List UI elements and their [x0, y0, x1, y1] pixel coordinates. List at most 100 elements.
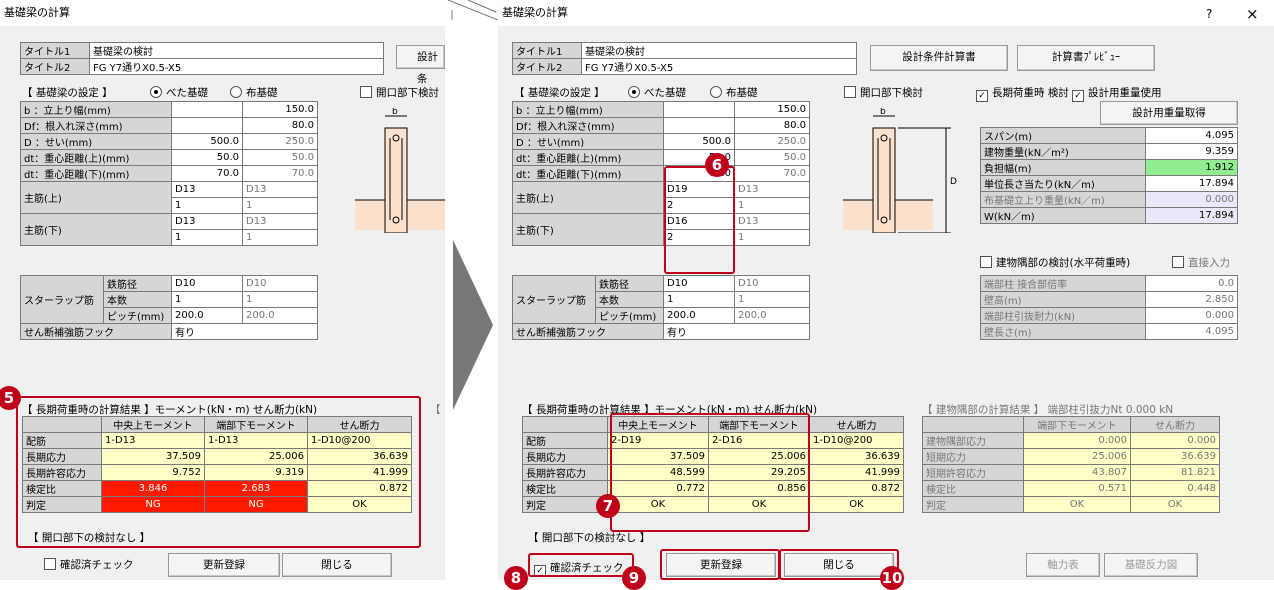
corner-result-label-partial: 【: [430, 404, 441, 416]
main-bot-count2[interactable]: 1: [734, 229, 810, 246]
stirrup-value[interactable]: 1: [734, 291, 810, 308]
reaction-diagram-button[interactable]: 基礎反力図: [1104, 553, 1198, 577]
span-label: W(kN／m): [980, 207, 1146, 224]
param-value[interactable]: 50.0: [171, 149, 243, 166]
radio-nuno[interactable]: 布基礎: [710, 85, 758, 100]
title1-input[interactable]: 基礎梁の検討: [581, 42, 857, 59]
design-weight-check[interactable]: ✓ 設計用重量使用: [1072, 85, 1162, 102]
param-value[interactable]: [663, 117, 735, 134]
main-bot-count[interactable]: 1: [171, 229, 243, 246]
main-bot-dia[interactable]: D13: [171, 213, 243, 230]
title1-label: タイトル1: [20, 42, 90, 59]
checkbox-icon: [980, 256, 992, 268]
corner-result-cell: 36.639: [1130, 448, 1220, 465]
radio-beta[interactable]: べた基礎: [628, 85, 686, 100]
param-value[interactable]: 250.0: [242, 133, 318, 150]
title1-input[interactable]: 基礎梁の検討: [89, 42, 384, 59]
param-value[interactable]: 50.0: [242, 149, 318, 166]
stirrup-sub-label: 本数: [595, 291, 664, 308]
help-icon[interactable]: ?: [1206, 7, 1212, 21]
corner-check[interactable]: 建物隅部の検討(水平荷重時): [980, 255, 1130, 270]
stirrup-sub-label: 鉄筋径: [595, 275, 664, 292]
corner-value[interactable]: 2.850: [1145, 291, 1238, 308]
main-bot-dia2[interactable]: D13: [242, 213, 318, 230]
right-window-title: 基礎梁の計算: [498, 0, 1274, 26]
main-top-count2[interactable]: 1: [242, 197, 318, 214]
opening-check[interactable]: 開口部下検討: [844, 85, 923, 100]
main-bot-count2[interactable]: 1: [242, 229, 318, 246]
param-value[interactable]: 70.0: [242, 165, 318, 182]
left-window-title: 基礎梁の計算: [0, 0, 445, 26]
param-value[interactable]: 70.0: [734, 165, 810, 182]
main-top-count2[interactable]: 1: [734, 197, 810, 214]
param-value[interactable]: 80.0: [734, 117, 810, 134]
stirrup-value[interactable]: D10: [663, 275, 735, 292]
hook-value[interactable]: 有り: [663, 323, 810, 340]
close-button[interactable]: 閉じる: [282, 553, 392, 577]
stirrup-value[interactable]: 200.0: [663, 307, 735, 324]
main-top-count[interactable]: 1: [171, 197, 243, 214]
corner-value[interactable]: 0.0: [1145, 275, 1238, 292]
param-value[interactable]: [171, 117, 243, 134]
title2-input[interactable]: FG Y7通りX0.5-X5: [89, 58, 384, 75]
step-badge: 8: [504, 566, 528, 590]
param-value[interactable]: 250.0: [734, 133, 810, 150]
axial-force-button[interactable]: 軸力表: [1026, 553, 1100, 577]
param-label: dt：重心距離(下)(mm): [512, 165, 664, 182]
result-row-label: 判定: [522, 496, 608, 513]
param-value[interactable]: 500.0: [663, 133, 735, 150]
hook-value[interactable]: 有り: [171, 323, 318, 340]
get-design-weight-button[interactable]: 設計用重量取得: [1100, 101, 1238, 125]
radio-nuno[interactable]: 布基礎: [230, 85, 278, 100]
main-top-dia2[interactable]: D13: [242, 181, 318, 198]
stirrup-sub-label: ピッチ(mm): [595, 307, 664, 324]
param-value[interactable]: 50.0: [734, 149, 810, 166]
checkmark-icon: ✓: [976, 90, 988, 102]
corner-result-cell: 0.571: [1023, 480, 1131, 497]
span-value[interactable]: 9.359: [1145, 143, 1238, 160]
direct-input-check[interactable]: 直接入力: [1172, 255, 1230, 270]
update-button[interactable]: 更新登録: [168, 553, 280, 577]
stirrup-value[interactable]: 1: [242, 291, 318, 308]
corner-label: 壁長さ(m): [980, 323, 1146, 340]
corner-value[interactable]: 0.000: [1145, 307, 1238, 324]
param-value[interactable]: 80.0: [242, 117, 318, 134]
main-top-dia2[interactable]: D13: [734, 181, 810, 198]
stirrup-value[interactable]: 200.0: [242, 307, 318, 324]
long-term-check[interactable]: ✓ 長期荷重時 検討: [976, 85, 1069, 102]
param-value[interactable]: 500.0: [171, 133, 243, 150]
param-value[interactable]: 150.0: [242, 101, 318, 118]
stirrup-value[interactable]: 200.0: [171, 307, 243, 324]
param-value[interactable]: 70.0: [171, 165, 243, 182]
span-value[interactable]: 17.894: [1145, 175, 1238, 192]
stirrup-value[interactable]: 1: [663, 291, 735, 308]
param-value[interactable]: [171, 101, 243, 118]
main-top-dia[interactable]: D13: [171, 181, 243, 198]
right-params-table: b ：立上り幅(mm) 150.0 Df：根入れ深さ(mm) 80.0 D ：せい(…: [512, 101, 810, 246]
stirrup-value[interactable]: D10: [734, 275, 810, 292]
span-label: 布基礎立上り重量(kN／m): [980, 191, 1146, 208]
stirrup-value[interactable]: 1: [171, 291, 243, 308]
main-bot-dia2[interactable]: D13: [734, 213, 810, 230]
title2-input[interactable]: FG Y7通りX0.5-X5: [581, 58, 857, 75]
corner-value[interactable]: 4.095: [1145, 323, 1238, 340]
radio-beta[interactable]: べた基礎: [150, 85, 208, 100]
result-header: [522, 416, 608, 433]
stirrup-sub-label: 鉄筋径: [103, 275, 172, 292]
opening-check[interactable]: 開口部下検討: [360, 85, 439, 100]
stirrup-value[interactable]: D10: [171, 275, 243, 292]
design-condition-button[interactable]: 設計条: [396, 45, 445, 85]
stirrup-value[interactable]: 200.0: [734, 307, 810, 324]
confirm-checkbox[interactable]: 確認済チェック: [44, 557, 134, 572]
design-condition-report-button[interactable]: 設計条件計算書: [870, 45, 1008, 71]
span-label: スパン(m): [980, 127, 1146, 144]
param-value[interactable]: 150.0: [734, 101, 810, 118]
span-value: 17.894: [1145, 207, 1238, 224]
report-preview-button[interactable]: 計算書ﾌﾟﾚﾋﾞｭｰ: [1017, 45, 1155, 71]
close-icon[interactable]: ×: [1246, 5, 1259, 23]
span-value[interactable]: 4.095: [1145, 127, 1238, 144]
checkbox-icon: [44, 558, 56, 570]
span-value[interactable]: 1.912: [1145, 159, 1238, 176]
param-value[interactable]: [663, 101, 735, 118]
stirrup-value[interactable]: D10: [242, 275, 318, 292]
